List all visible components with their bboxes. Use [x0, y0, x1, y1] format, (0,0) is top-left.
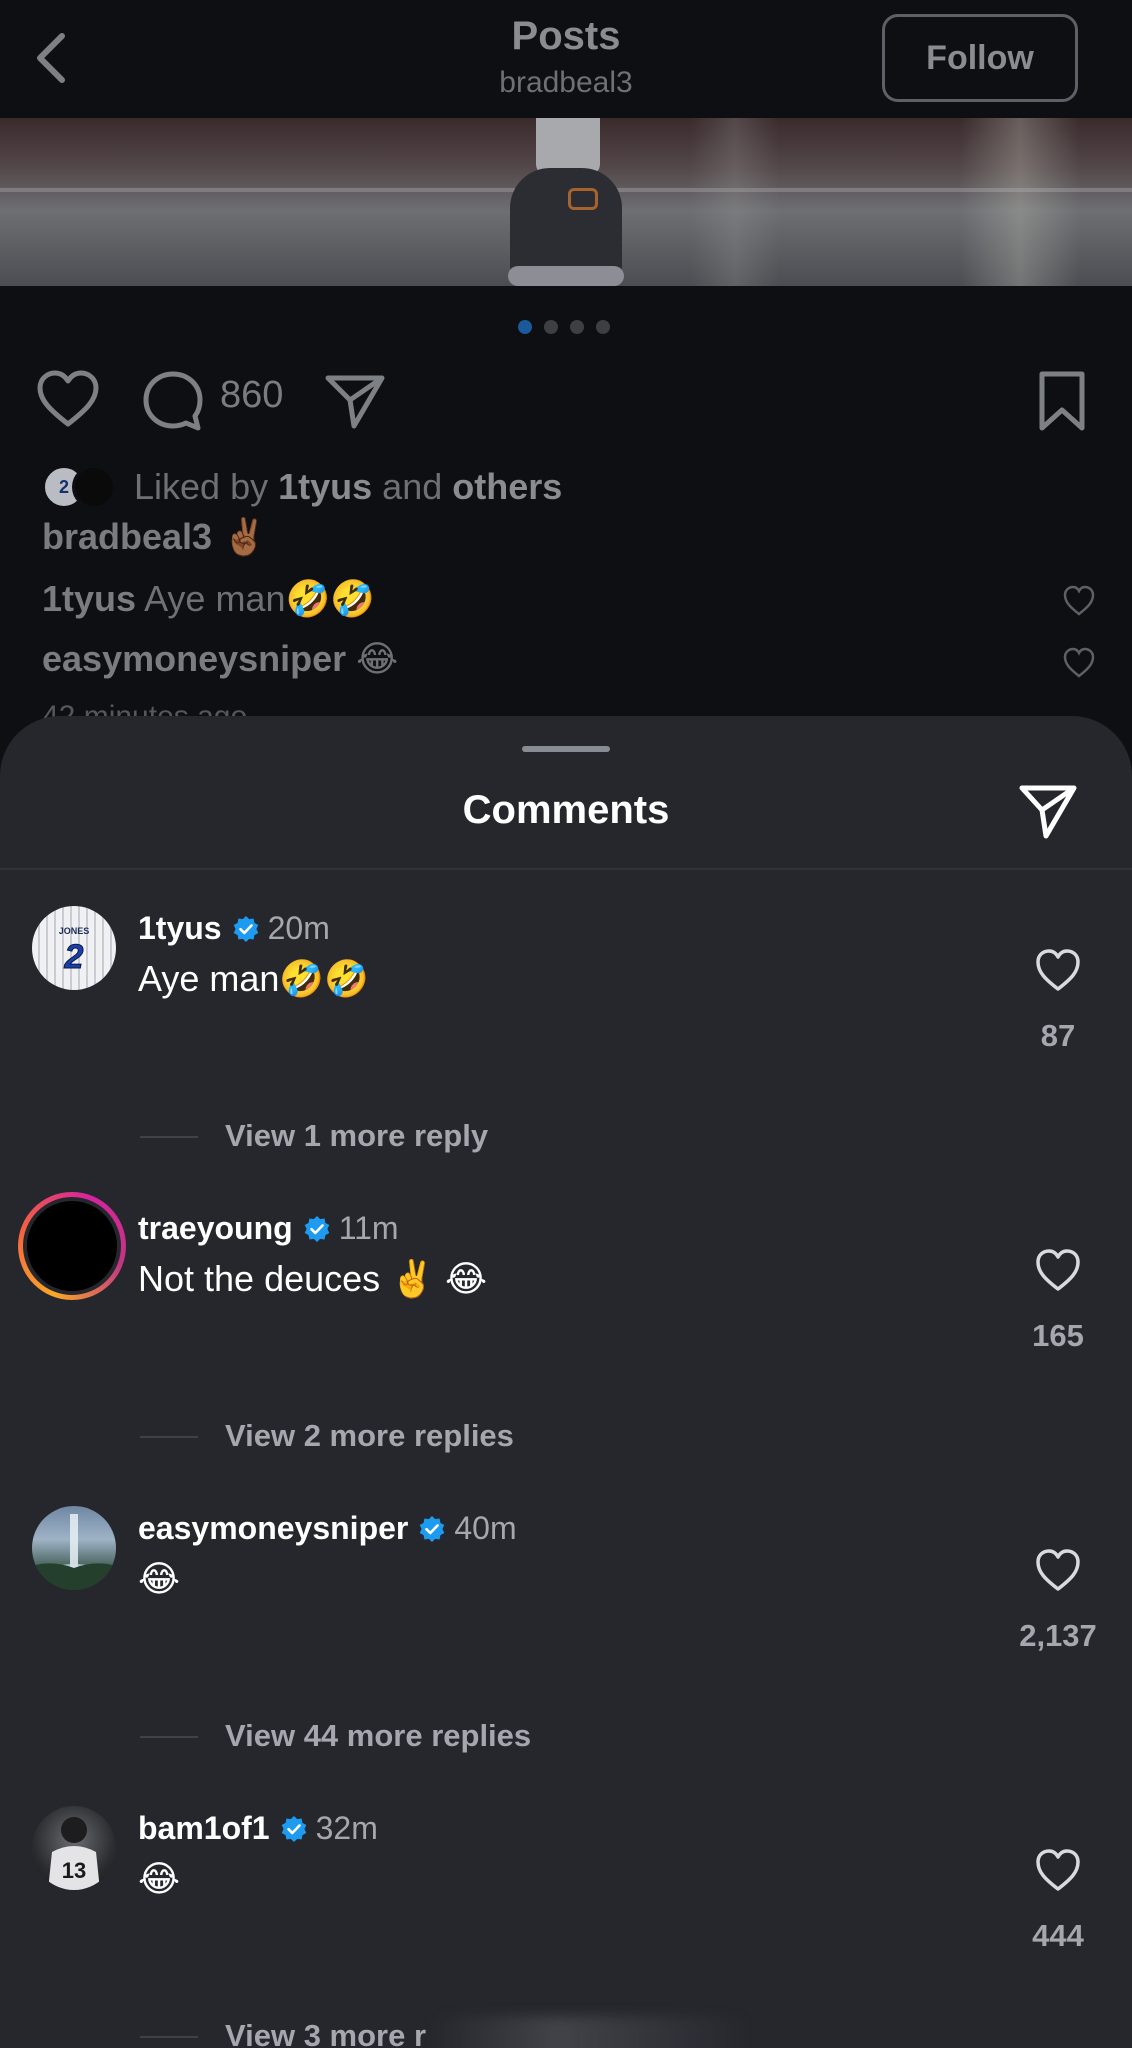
- verified-badge-icon: [420, 1515, 445, 1542]
- comment-time: 32m: [315, 1810, 378, 1846]
- top-bar: Posts bradbeal3 Follow: [0, 0, 1132, 118]
- comment-count[interactable]: 860: [220, 374, 283, 417]
- liked-by-text: Liked by 1tyus and others: [134, 466, 562, 508]
- verified-badge-icon: [281, 1815, 306, 1842]
- reply-divider: [140, 1136, 198, 1138]
- heart-icon[interactable]: [1034, 1546, 1082, 1594]
- carousel-dot: [570, 320, 584, 334]
- comment-username[interactable]: bam1of1: [138, 1810, 270, 1847]
- waterfall-avatar-graphic: [32, 1514, 116, 1590]
- comment-text: Not the deuces ✌️ 😂: [138, 1258, 488, 1299]
- heart-icon[interactable]: [1034, 1246, 1082, 1294]
- like-count: 165: [1032, 1318, 1084, 1353]
- comment-item: easymoneysniper 40m 😂 2,137 View 44 more…: [0, 1506, 1132, 1753]
- reply-divider: [140, 1436, 198, 1438]
- light-glare: [690, 118, 780, 286]
- comment-text: 😂: [138, 1858, 181, 1899]
- preview-comment[interactable]: easymoneysniper 😂: [42, 638, 398, 680]
- heart-icon[interactable]: [36, 370, 100, 428]
- sheet-title: Comments: [462, 788, 670, 832]
- comment-time: 20m: [267, 910, 330, 946]
- heart-icon[interactable]: [1062, 584, 1096, 618]
- liked-by-and: and: [382, 466, 443, 507]
- jersey-avatar-graphic: 13: [48, 1817, 100, 1890]
- light-glare: [960, 118, 1080, 286]
- like-count: 87: [1040, 1018, 1076, 1053]
- preview-comment-text: 😂: [356, 638, 399, 679]
- view-replies-button[interactable]: View 2 more replies: [225, 1418, 514, 1454]
- caption-emoji: ✌🏾: [222, 516, 267, 557]
- heart-icon[interactable]: [1062, 646, 1096, 680]
- comment-username[interactable]: 1tyus: [138, 910, 222, 947]
- reply-divider: [140, 2036, 198, 2038]
- share-icon[interactable]: [324, 372, 386, 430]
- avatar: [23, 1197, 121, 1295]
- sheet-grabber[interactable]: [522, 746, 610, 752]
- comment-username[interactable]: easymoneysniper: [138, 1510, 408, 1547]
- comments-sheet: Comments JONES 2 1tyus 20m Aye man🤣🤣 87 …: [0, 716, 1132, 2048]
- avatar-jersey-number: 2: [58, 476, 69, 497]
- carousel-dot: [544, 320, 558, 334]
- comment-header: 1tyus 20m: [138, 910, 330, 947]
- avatar-story-ring[interactable]: [18, 1192, 126, 1300]
- comment-header: traeyoung 11m: [138, 1210, 399, 1247]
- caption-username[interactable]: bradbeal3: [42, 516, 212, 557]
- liked-by-user[interactable]: 1tyus: [278, 466, 372, 507]
- liked-by-others[interactable]: others: [452, 466, 562, 507]
- comment-time: 40m: [454, 1510, 517, 1546]
- reply-divider: [140, 1736, 198, 1738]
- avatar[interactable]: 13: [32, 1806, 116, 1890]
- liked-avatars: 2: [42, 463, 126, 511]
- comment-item: JONES 2 1tyus 20m Aye man🤣🤣 87 View 1 mo…: [0, 906, 1132, 1153]
- sneaker-sole: [508, 266, 624, 286]
- verified-badge-icon: [304, 1215, 329, 1242]
- verified-badge-icon: [233, 915, 258, 942]
- jersey-number: 2: [64, 938, 84, 976]
- post-actions: 860: [0, 360, 1132, 440]
- comment-icon[interactable]: [142, 370, 204, 432]
- comment-header: easymoneysniper 40m: [138, 1510, 517, 1547]
- comment-text: 😂: [138, 1558, 181, 1599]
- carousel-indicator: [518, 320, 610, 334]
- preview-comment[interactable]: 1tyus Aye man🤣🤣: [42, 578, 375, 620]
- post-caption: bradbeal3 ✌🏾: [42, 516, 267, 558]
- comment-text: Aye man🤣🤣: [138, 958, 370, 999]
- follow-button[interactable]: Follow: [882, 14, 1078, 102]
- avatar: [72, 465, 116, 509]
- comment-time: 11m: [338, 1210, 399, 1246]
- jersey-avatar-graphic: JONES 2: [59, 926, 90, 977]
- heart-icon[interactable]: [1034, 946, 1082, 994]
- jersey-name: JONES: [59, 926, 90, 936]
- preview-comment-user[interactable]: easymoneysniper: [42, 638, 346, 679]
- liked-by-prefix: Liked by: [134, 466, 269, 507]
- like-count: 2,137: [1019, 1618, 1097, 1653]
- preview-comment-text: Aye man🤣🤣: [144, 578, 376, 619]
- comment-username[interactable]: traeyoung: [138, 1210, 293, 1247]
- keyboard-blur-overlay: [430, 2016, 750, 2048]
- liked-by-row[interactable]: 2 Liked by 1tyus and others: [42, 462, 562, 512]
- comment-header: bam1of1 32m: [138, 1810, 378, 1847]
- avatar[interactable]: JONES 2: [32, 906, 116, 990]
- preview-comment-user[interactable]: 1tyus: [42, 578, 136, 619]
- carousel-dot-active: [518, 320, 532, 334]
- post-image[interactable]: [0, 118, 1132, 286]
- sneaker-logo: [568, 188, 598, 210]
- view-replies-button[interactable]: View 1 more reply: [225, 1118, 488, 1154]
- like-count: 444: [1032, 1918, 1084, 1953]
- avatar[interactable]: [32, 1506, 116, 1590]
- view-replies-button[interactable]: View 3 more r: [225, 2018, 426, 2048]
- view-replies-button[interactable]: View 44 more replies: [225, 1718, 531, 1754]
- heart-icon[interactable]: [1034, 1846, 1082, 1894]
- bookmark-icon[interactable]: [1036, 370, 1088, 432]
- carousel-dot: [596, 320, 610, 334]
- share-icon[interactable]: [1018, 782, 1078, 842]
- sheet-divider: [0, 868, 1132, 870]
- comment-item: 13 bam1of1 32m 😂 444 View 3 more r: [0, 1806, 1132, 2048]
- jersey-number: 13: [62, 1858, 86, 1883]
- comment-item: traeyoung 11m Not the deuces ✌️ 😂 165 Vi…: [0, 1192, 1132, 1453]
